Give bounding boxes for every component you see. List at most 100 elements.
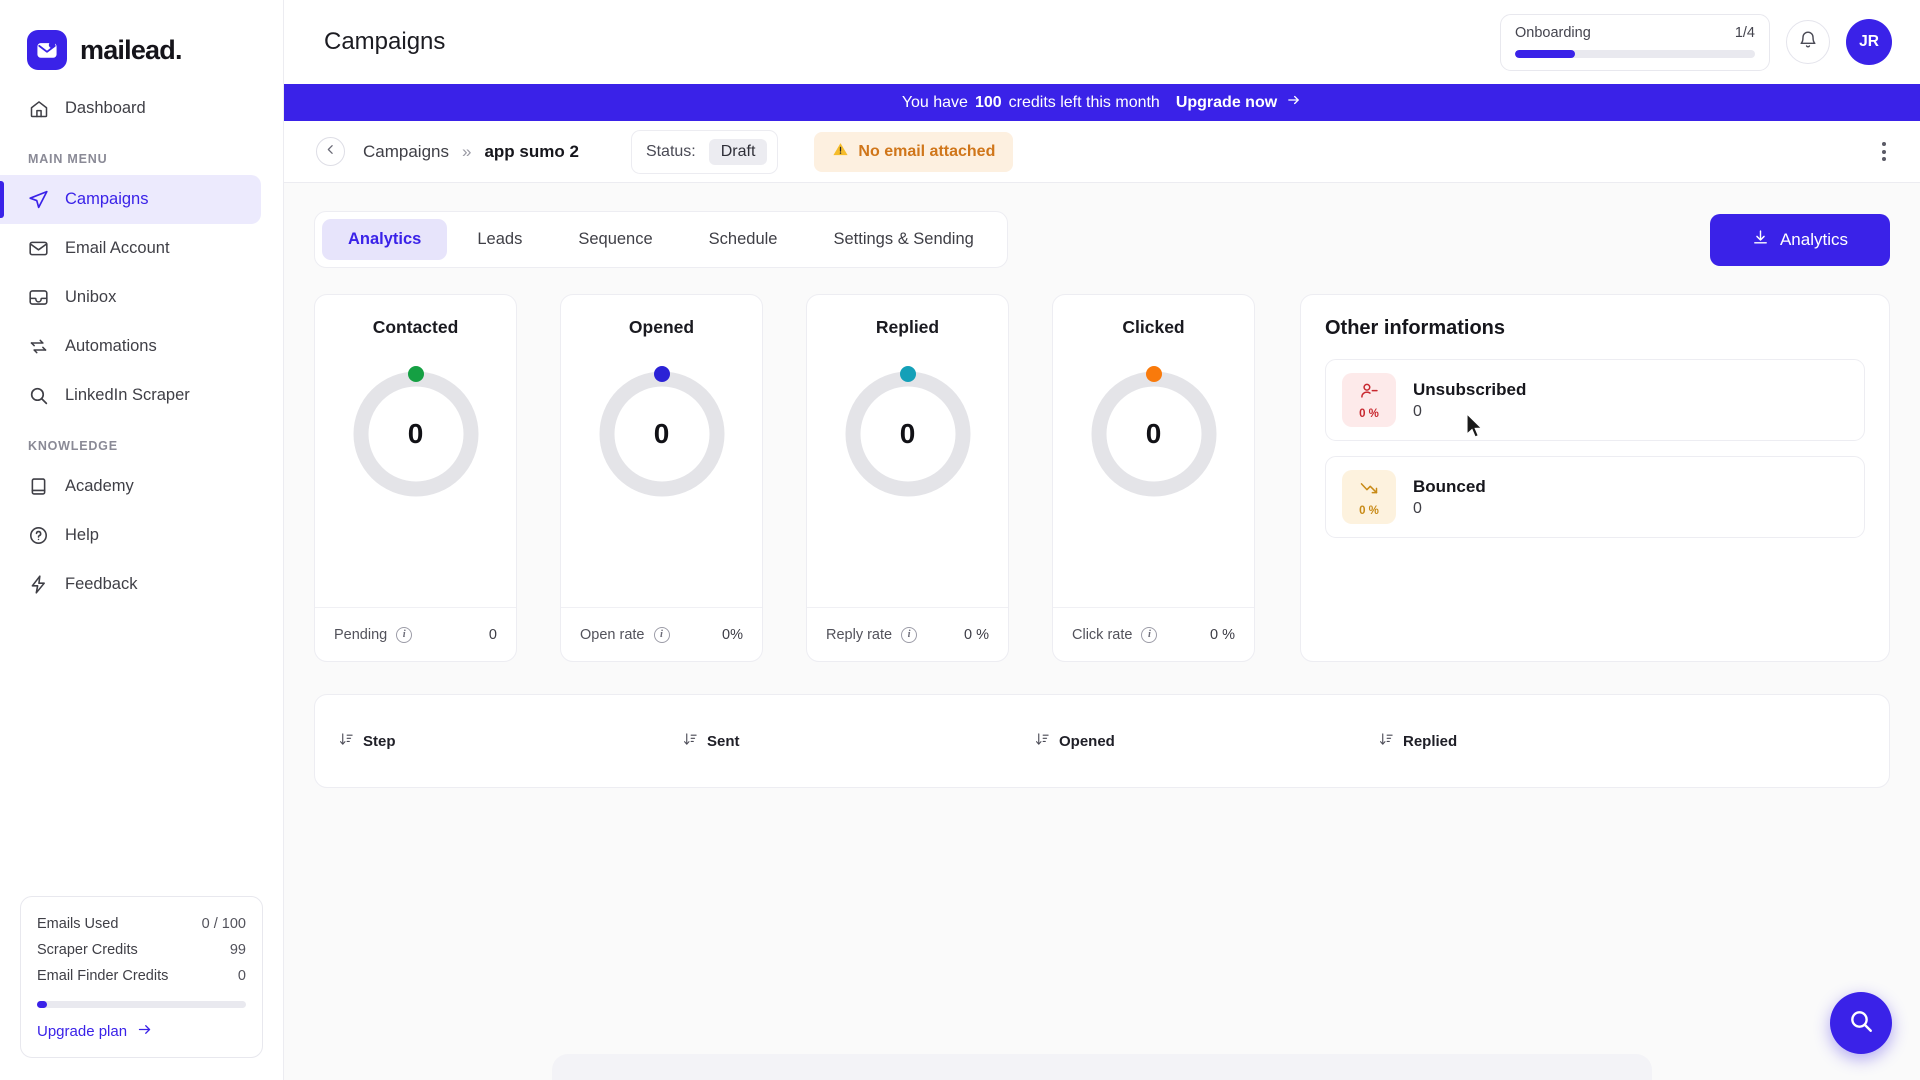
stat-footer-value: 0 % (1210, 626, 1235, 643)
onboarding-header: Onboarding 1/4 (1515, 25, 1755, 41)
sort-icon (1379, 732, 1394, 751)
bounced-badge: 0 % (1342, 470, 1396, 524)
stat-card-replied: Replied 0 Reply rate i 0 % (806, 294, 1009, 662)
app-root: mailead. Dashboard MAIN MENU Campaigns E… (0, 0, 1920, 1080)
usage-row-scraper-credits: Scraper Credits 99 (37, 937, 246, 963)
donut-chart-replied: 0 (842, 366, 974, 500)
sidebar-item-linkedin-scraper[interactable]: LinkedIn Scraper (0, 371, 261, 420)
bell-icon (1798, 30, 1818, 55)
usage-label: Scraper Credits (37, 942, 138, 958)
table-header-step[interactable]: Step (339, 732, 683, 751)
stat-footer: Pending i 0 (315, 607, 516, 661)
usage-value: 0 (237, 968, 246, 984)
stat-card-clicked: Clicked 0 Click rate i 0 % (1052, 294, 1255, 662)
table-header-opened[interactable]: Opened (1035, 732, 1379, 751)
donut-center-value: 0 (407, 418, 424, 449)
stat-title: Replied (875, 317, 940, 337)
unsubscribed-name: Unsubscribed (1413, 379, 1527, 399)
status-chip[interactable]: Status: Draft (630, 129, 779, 174)
search-icon (1848, 1008, 1874, 1039)
usage-label: Emails Used (37, 916, 119, 932)
stat-footer: Reply rate i 0 % (807, 607, 1008, 661)
info-icon[interactable]: i (653, 626, 670, 643)
page-title: Campaigns (324, 28, 446, 55)
other-row-bounced: 0 % Bounced 0 (1325, 456, 1865, 538)
analytics-export-label: Analytics (1779, 229, 1848, 249)
chevron-left-icon (324, 143, 337, 161)
sidebar-item-label: Unibox (65, 288, 117, 306)
donut-center-value: 0 (653, 418, 670, 449)
sidebar-item-email-account[interactable]: Email Account (0, 224, 261, 273)
unsubscribed-text: Unsubscribed 0 (1413, 380, 1526, 421)
avatar-initials: JR (1859, 33, 1879, 50)
status-badge: Draft (708, 138, 768, 165)
stat-card-contacted: Contacted 0 Pending i 0 (314, 294, 517, 662)
table-header-replied[interactable]: Replied (1379, 732, 1457, 751)
info-icon[interactable]: i (1141, 626, 1158, 643)
sidebar-item-feedback[interactable]: Feedback (0, 560, 261, 609)
steps-table: Step Sent Opened Replied (314, 694, 1890, 788)
top-bar-right: Onboarding 1/4 JR (1500, 13, 1892, 71)
upgrade-plan-link[interactable]: Upgrade plan (37, 1022, 246, 1041)
tab-schedule[interactable]: Schedule (683, 219, 804, 260)
table-header-label: Opened (1059, 732, 1115, 750)
tab-settings-sending[interactable]: Settings & Sending (807, 219, 999, 260)
sidebar-nav: Dashboard MAIN MENU Campaigns Email Acco… (0, 78, 283, 609)
stat-cards-row: Contacted 0 Pending i 0 Opened 0 Open ra… (314, 294, 1890, 662)
notifications-button[interactable] (1786, 20, 1830, 64)
question-circle-icon (28, 525, 49, 546)
sidebar-item-label: LinkedIn Scraper (65, 386, 190, 404)
sidebar: mailead. Dashboard MAIN MENU Campaigns E… (0, 0, 284, 1080)
donut-center-value: 0 (1145, 418, 1162, 449)
inbox-icon (28, 287, 49, 308)
home-icon (28, 98, 49, 119)
onboarding-progress-bar (1515, 49, 1755, 58)
table-header-sent[interactable]: Sent (683, 732, 1035, 751)
other-row-unsubscribed: 0 % Unsubscribed 0 (1325, 359, 1865, 441)
brand-logo[interactable]: mailead. (0, 0, 283, 78)
stat-footer: Open rate i 0% (561, 607, 762, 661)
breadcrumb-parent[interactable]: Campaigns (363, 142, 449, 162)
stat-title: Clicked (1122, 317, 1185, 337)
book-icon (28, 476, 49, 497)
search-fab-button[interactable] (1830, 992, 1892, 1054)
kebab-menu-icon[interactable] (1876, 136, 1892, 167)
stat-footer-label: Reply rate (826, 626, 893, 643)
bounced-name: Bounced (1413, 476, 1486, 496)
mail-icon (28, 238, 49, 259)
sidebar-item-label: Campaigns (65, 190, 149, 208)
download-icon (1752, 229, 1769, 251)
sidebar-item-campaigns[interactable]: Campaigns (0, 175, 261, 224)
usage-value: 99 (229, 942, 246, 958)
arrow-right-icon (1285, 93, 1302, 112)
unsubscribed-badge: 0 % (1342, 373, 1396, 427)
no-email-warning[interactable]: No email attached (814, 131, 1014, 172)
sidebar-item-academy[interactable]: Academy (0, 462, 261, 511)
sidebar-section-main-menu: MAIN MENU (28, 152, 108, 166)
info-icon[interactable]: i (396, 626, 413, 643)
sidebar-item-dashboard[interactable]: Dashboard (0, 84, 261, 133)
back-button[interactable] (316, 137, 345, 166)
sidebar-item-help[interactable]: Help (0, 511, 261, 560)
sidebar-item-automations[interactable]: Automations (0, 322, 261, 371)
onboarding-widget[interactable]: Onboarding 1/4 (1500, 13, 1770, 71)
tab-leads[interactable]: Leads (451, 219, 548, 260)
credits-banner-suffix: credits left this month (1008, 93, 1160, 111)
upgrade-now-label: Upgrade now (1175, 93, 1278, 111)
tab-analytics[interactable]: Analytics (322, 219, 448, 260)
sidebar-item-unibox[interactable]: Unibox (0, 273, 261, 322)
sidebar-item-label: Dashboard (65, 99, 146, 117)
sidebar-item-label: Help (65, 526, 99, 544)
unsubscribed-percent: 0 % (1359, 407, 1379, 420)
analytics-export-button[interactable]: Analytics (1709, 213, 1890, 266)
avatar[interactable]: JR (1846, 19, 1892, 65)
stat-footer-value: 0 (488, 626, 497, 643)
usage-progress-bar (37, 1001, 246, 1008)
info-icon[interactable]: i (901, 626, 918, 643)
search-icon (28, 385, 49, 406)
repeat-icon (28, 336, 49, 357)
bottom-sheet-handle (552, 1054, 1652, 1080)
tab-sequence[interactable]: Sequence (552, 219, 678, 260)
upgrade-now-link[interactable]: Upgrade now (1176, 93, 1302, 112)
